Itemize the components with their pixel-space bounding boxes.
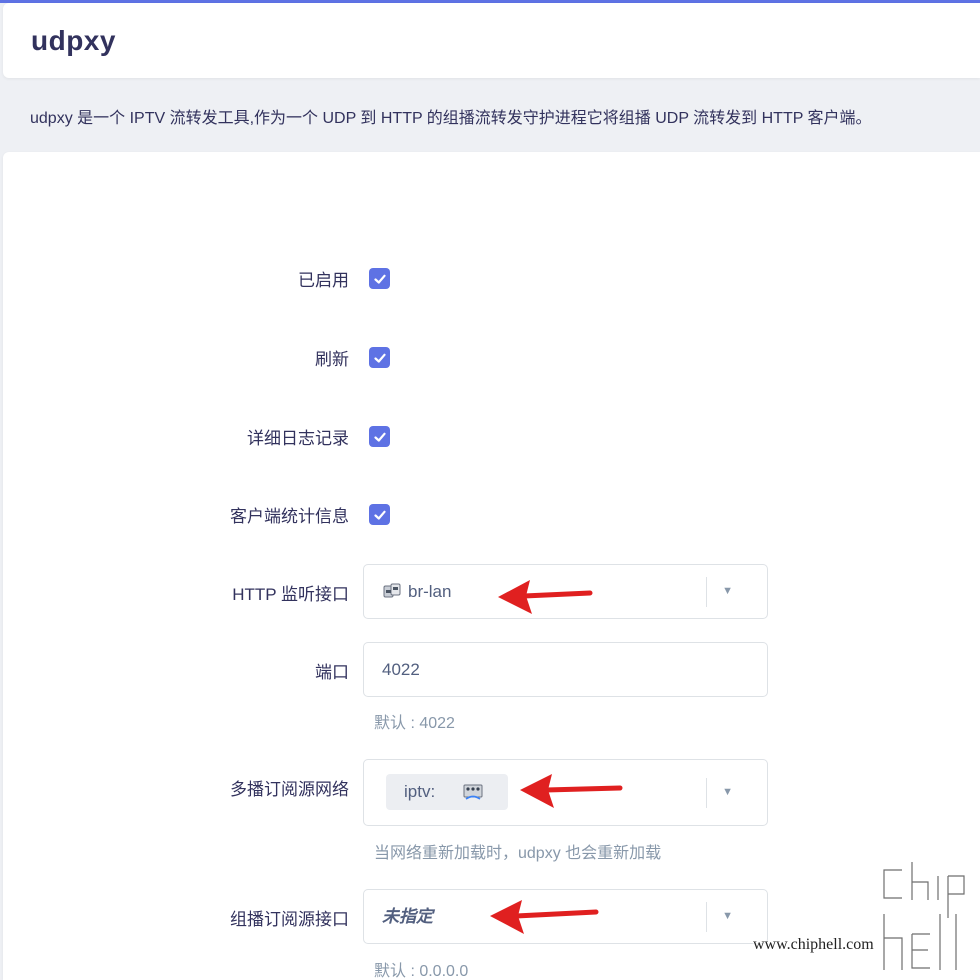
- http-iface-value: br-lan: [382, 565, 451, 618]
- client-stats-label: 客户端统计信息: [230, 507, 349, 526]
- page-header: udpxy: [3, 3, 980, 78]
- source-network-text: iptv:: [404, 782, 436, 801]
- red-arrow-annotation: [490, 900, 599, 934]
- red-arrow-annotation: [520, 774, 623, 808]
- chiphell-watermark-logo: [879, 858, 969, 975]
- select-divider: [706, 577, 707, 607]
- network-interface-icon: [463, 784, 483, 800]
- check-icon: [373, 510, 386, 520]
- red-arrow-annotation: [498, 580, 593, 614]
- chevron-down-icon[interactable]: ▼: [722, 890, 733, 943]
- enabled-label: 已启用: [298, 271, 349, 290]
- check-icon: [373, 274, 386, 284]
- client-stats-checkbox[interactable]: [369, 504, 390, 525]
- source-network-hint: 当网络重新加载时，udpxy 也会重新加载: [374, 845, 662, 862]
- check-icon: [373, 432, 386, 442]
- chevron-down-icon[interactable]: ▼: [722, 565, 733, 618]
- network-interface-icon: [383, 583, 401, 598]
- source-iface-value: 未指定: [382, 907, 433, 926]
- page-title: udpxy: [31, 25, 116, 56]
- enabled-checkbox[interactable]: [369, 268, 390, 289]
- refresh-label: 刷新: [315, 350, 349, 369]
- http-iface-text: br-lan: [408, 582, 452, 601]
- refresh-checkbox[interactable]: [369, 347, 390, 368]
- http-iface-label: HTTP 监听接口: [232, 585, 349, 604]
- select-divider: [706, 902, 707, 932]
- port-placeholder: 4022: [382, 660, 420, 679]
- watermark-url: www.chiphell.com: [753, 936, 874, 953]
- chevron-down-icon[interactable]: ▼: [722, 760, 733, 825]
- port-hint: 默认 : 4022: [374, 715, 455, 732]
- source-network-tag[interactable]: iptv:: [386, 774, 508, 810]
- port-input[interactable]: 4022: [363, 642, 768, 697]
- verbose-label: 详细日志记录: [247, 429, 349, 448]
- source-iface-label: 组播订阅源接口: [230, 910, 349, 929]
- select-divider: [706, 778, 707, 808]
- source-iface-hint: 默认 : 0.0.0.0: [374, 963, 469, 980]
- port-label: 端口: [315, 663, 349, 682]
- verbose-checkbox[interactable]: [369, 426, 390, 447]
- source-network-label: 多播订阅源网络: [230, 780, 349, 799]
- page-description: udpxy 是一个 IPTV 流转发工具,作为一个 UDP 到 HTTP 的组播…: [30, 110, 872, 127]
- check-icon: [373, 353, 386, 363]
